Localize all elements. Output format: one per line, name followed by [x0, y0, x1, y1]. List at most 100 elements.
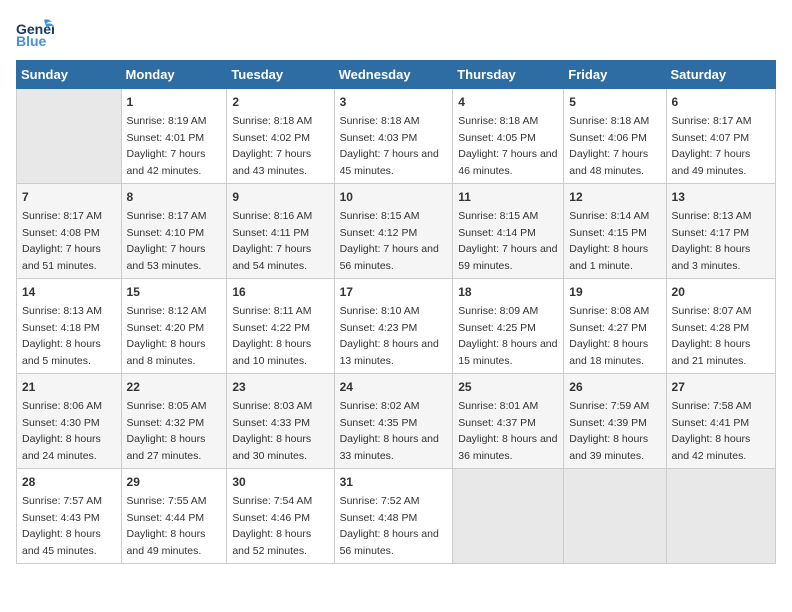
day-info: Sunrise: 8:11 AMSunset: 4:22 PMDaylight:…: [232, 305, 311, 367]
calendar-cell: [666, 469, 775, 564]
weekday-header: Wednesday: [334, 61, 453, 89]
calendar-cell: 18 Sunrise: 8:09 AMSunset: 4:25 PMDaylig…: [453, 279, 564, 374]
calendar-cell: 8 Sunrise: 8:17 AMSunset: 4:10 PMDayligh…: [121, 184, 227, 279]
day-info: Sunrise: 8:10 AMSunset: 4:23 PMDaylight:…: [340, 305, 439, 367]
day-number: 30: [232, 473, 328, 491]
calendar-cell: 13 Sunrise: 8:13 AMSunset: 4:17 PMDaylig…: [666, 184, 775, 279]
calendar-cell: 17 Sunrise: 8:10 AMSunset: 4:23 PMDaylig…: [334, 279, 453, 374]
day-number: 15: [127, 283, 222, 301]
calendar-week-row: 7 Sunrise: 8:17 AMSunset: 4:08 PMDayligh…: [17, 184, 776, 279]
day-number: 27: [672, 378, 770, 396]
calendar-cell: 28 Sunrise: 7:57 AMSunset: 4:43 PMDaylig…: [17, 469, 122, 564]
day-number: 23: [232, 378, 328, 396]
day-info: Sunrise: 7:59 AMSunset: 4:39 PMDaylight:…: [569, 400, 649, 462]
calendar-cell: 30 Sunrise: 7:54 AMSunset: 4:46 PMDaylig…: [227, 469, 334, 564]
day-info: Sunrise: 8:06 AMSunset: 4:30 PMDaylight:…: [22, 400, 102, 462]
day-info: Sunrise: 8:14 AMSunset: 4:15 PMDaylight:…: [569, 210, 649, 272]
calendar-cell: 19 Sunrise: 8:08 AMSunset: 4:27 PMDaylig…: [564, 279, 666, 374]
day-info: Sunrise: 8:16 AMSunset: 4:11 PMDaylight:…: [232, 210, 312, 272]
day-number: 19: [569, 283, 660, 301]
day-info: Sunrise: 8:18 AMSunset: 4:05 PMDaylight:…: [458, 115, 557, 177]
calendar-cell: 23 Sunrise: 8:03 AMSunset: 4:33 PMDaylig…: [227, 374, 334, 469]
calendar-week-row: 21 Sunrise: 8:06 AMSunset: 4:30 PMDaylig…: [17, 374, 776, 469]
page-header: General Blue: [16, 16, 776, 48]
day-info: Sunrise: 7:54 AMSunset: 4:46 PMDaylight:…: [232, 495, 312, 557]
weekday-header: Friday: [564, 61, 666, 89]
day-number: 11: [458, 188, 558, 206]
day-number: 5: [569, 93, 660, 111]
calendar-cell: 27 Sunrise: 7:58 AMSunset: 4:41 PMDaylig…: [666, 374, 775, 469]
calendar-cell: 21 Sunrise: 8:06 AMSunset: 4:30 PMDaylig…: [17, 374, 122, 469]
calendar-cell: 31 Sunrise: 7:52 AMSunset: 4:48 PMDaylig…: [334, 469, 453, 564]
calendar-cell: 16 Sunrise: 8:11 AMSunset: 4:22 PMDaylig…: [227, 279, 334, 374]
day-number: 7: [22, 188, 116, 206]
day-number: 4: [458, 93, 558, 111]
day-info: Sunrise: 8:07 AMSunset: 4:28 PMDaylight:…: [672, 305, 752, 367]
day-number: 1: [127, 93, 222, 111]
day-info: Sunrise: 8:09 AMSunset: 4:25 PMDaylight:…: [458, 305, 557, 367]
day-info: Sunrise: 8:01 AMSunset: 4:37 PMDaylight:…: [458, 400, 557, 462]
day-number: 9: [232, 188, 328, 206]
day-info: Sunrise: 8:18 AMSunset: 4:03 PMDaylight:…: [340, 115, 439, 177]
calendar-cell: 15 Sunrise: 8:12 AMSunset: 4:20 PMDaylig…: [121, 279, 227, 374]
calendar-cell: 4 Sunrise: 8:18 AMSunset: 4:05 PMDayligh…: [453, 89, 564, 184]
calendar-cell: 1 Sunrise: 8:19 AMSunset: 4:01 PMDayligh…: [121, 89, 227, 184]
calendar-cell: 10 Sunrise: 8:15 AMSunset: 4:12 PMDaylig…: [334, 184, 453, 279]
calendar-cell: 22 Sunrise: 8:05 AMSunset: 4:32 PMDaylig…: [121, 374, 227, 469]
calendar-cell: 12 Sunrise: 8:14 AMSunset: 4:15 PMDaylig…: [564, 184, 666, 279]
calendar-week-row: 1 Sunrise: 8:19 AMSunset: 4:01 PMDayligh…: [17, 89, 776, 184]
calendar-cell: 11 Sunrise: 8:15 AMSunset: 4:14 PMDaylig…: [453, 184, 564, 279]
calendar-week-row: 14 Sunrise: 8:13 AMSunset: 4:18 PMDaylig…: [17, 279, 776, 374]
day-info: Sunrise: 7:58 AMSunset: 4:41 PMDaylight:…: [672, 400, 752, 462]
day-number: 17: [340, 283, 448, 301]
day-number: 14: [22, 283, 116, 301]
day-number: 28: [22, 473, 116, 491]
weekday-header: Thursday: [453, 61, 564, 89]
day-number: 13: [672, 188, 770, 206]
day-info: Sunrise: 8:17 AMSunset: 4:08 PMDaylight:…: [22, 210, 102, 272]
day-info: Sunrise: 7:55 AMSunset: 4:44 PMDaylight:…: [127, 495, 207, 557]
day-number: 3: [340, 93, 448, 111]
calendar-cell: [564, 469, 666, 564]
day-info: Sunrise: 7:57 AMSunset: 4:43 PMDaylight:…: [22, 495, 102, 557]
day-info: Sunrise: 8:18 AMSunset: 4:06 PMDaylight:…: [569, 115, 649, 177]
day-info: Sunrise: 8:03 AMSunset: 4:33 PMDaylight:…: [232, 400, 312, 462]
calendar-cell: 14 Sunrise: 8:13 AMSunset: 4:18 PMDaylig…: [17, 279, 122, 374]
calendar-cell: 29 Sunrise: 7:55 AMSunset: 4:44 PMDaylig…: [121, 469, 227, 564]
day-info: Sunrise: 8:17 AMSunset: 4:07 PMDaylight:…: [672, 115, 752, 177]
calendar-cell: 20 Sunrise: 8:07 AMSunset: 4:28 PMDaylig…: [666, 279, 775, 374]
day-number: 26: [569, 378, 660, 396]
day-info: Sunrise: 8:19 AMSunset: 4:01 PMDaylight:…: [127, 115, 207, 177]
weekday-header: Tuesday: [227, 61, 334, 89]
day-info: Sunrise: 8:08 AMSunset: 4:27 PMDaylight:…: [569, 305, 649, 367]
calendar-cell: 26 Sunrise: 7:59 AMSunset: 4:39 PMDaylig…: [564, 374, 666, 469]
weekday-header: Saturday: [666, 61, 775, 89]
day-number: 8: [127, 188, 222, 206]
day-info: Sunrise: 8:13 AMSunset: 4:17 PMDaylight:…: [672, 210, 752, 272]
day-number: 25: [458, 378, 558, 396]
calendar-cell: [17, 89, 122, 184]
day-number: 2: [232, 93, 328, 111]
day-number: 31: [340, 473, 448, 491]
calendar-cell: [453, 469, 564, 564]
calendar-week-row: 28 Sunrise: 7:57 AMSunset: 4:43 PMDaylig…: [17, 469, 776, 564]
calendar-cell: 7 Sunrise: 8:17 AMSunset: 4:08 PMDayligh…: [17, 184, 122, 279]
svg-text:Blue: Blue: [16, 33, 47, 48]
day-info: Sunrise: 7:52 AMSunset: 4:48 PMDaylight:…: [340, 495, 439, 557]
logo-icon: General Blue: [16, 16, 54, 48]
weekday-header: Monday: [121, 61, 227, 89]
day-number: 21: [22, 378, 116, 396]
day-number: 16: [232, 283, 328, 301]
calendar-cell: 9 Sunrise: 8:16 AMSunset: 4:11 PMDayligh…: [227, 184, 334, 279]
calendar-cell: 3 Sunrise: 8:18 AMSunset: 4:03 PMDayligh…: [334, 89, 453, 184]
calendar-table: SundayMondayTuesdayWednesdayThursdayFrid…: [16, 60, 776, 564]
day-number: 20: [672, 283, 770, 301]
calendar-cell: 5 Sunrise: 8:18 AMSunset: 4:06 PMDayligh…: [564, 89, 666, 184]
day-info: Sunrise: 8:13 AMSunset: 4:18 PMDaylight:…: [22, 305, 102, 367]
weekday-header: Sunday: [17, 61, 122, 89]
day-number: 12: [569, 188, 660, 206]
day-number: 29: [127, 473, 222, 491]
calendar-header-row: SundayMondayTuesdayWednesdayThursdayFrid…: [17, 61, 776, 89]
day-number: 18: [458, 283, 558, 301]
day-info: Sunrise: 8:17 AMSunset: 4:10 PMDaylight:…: [127, 210, 207, 272]
